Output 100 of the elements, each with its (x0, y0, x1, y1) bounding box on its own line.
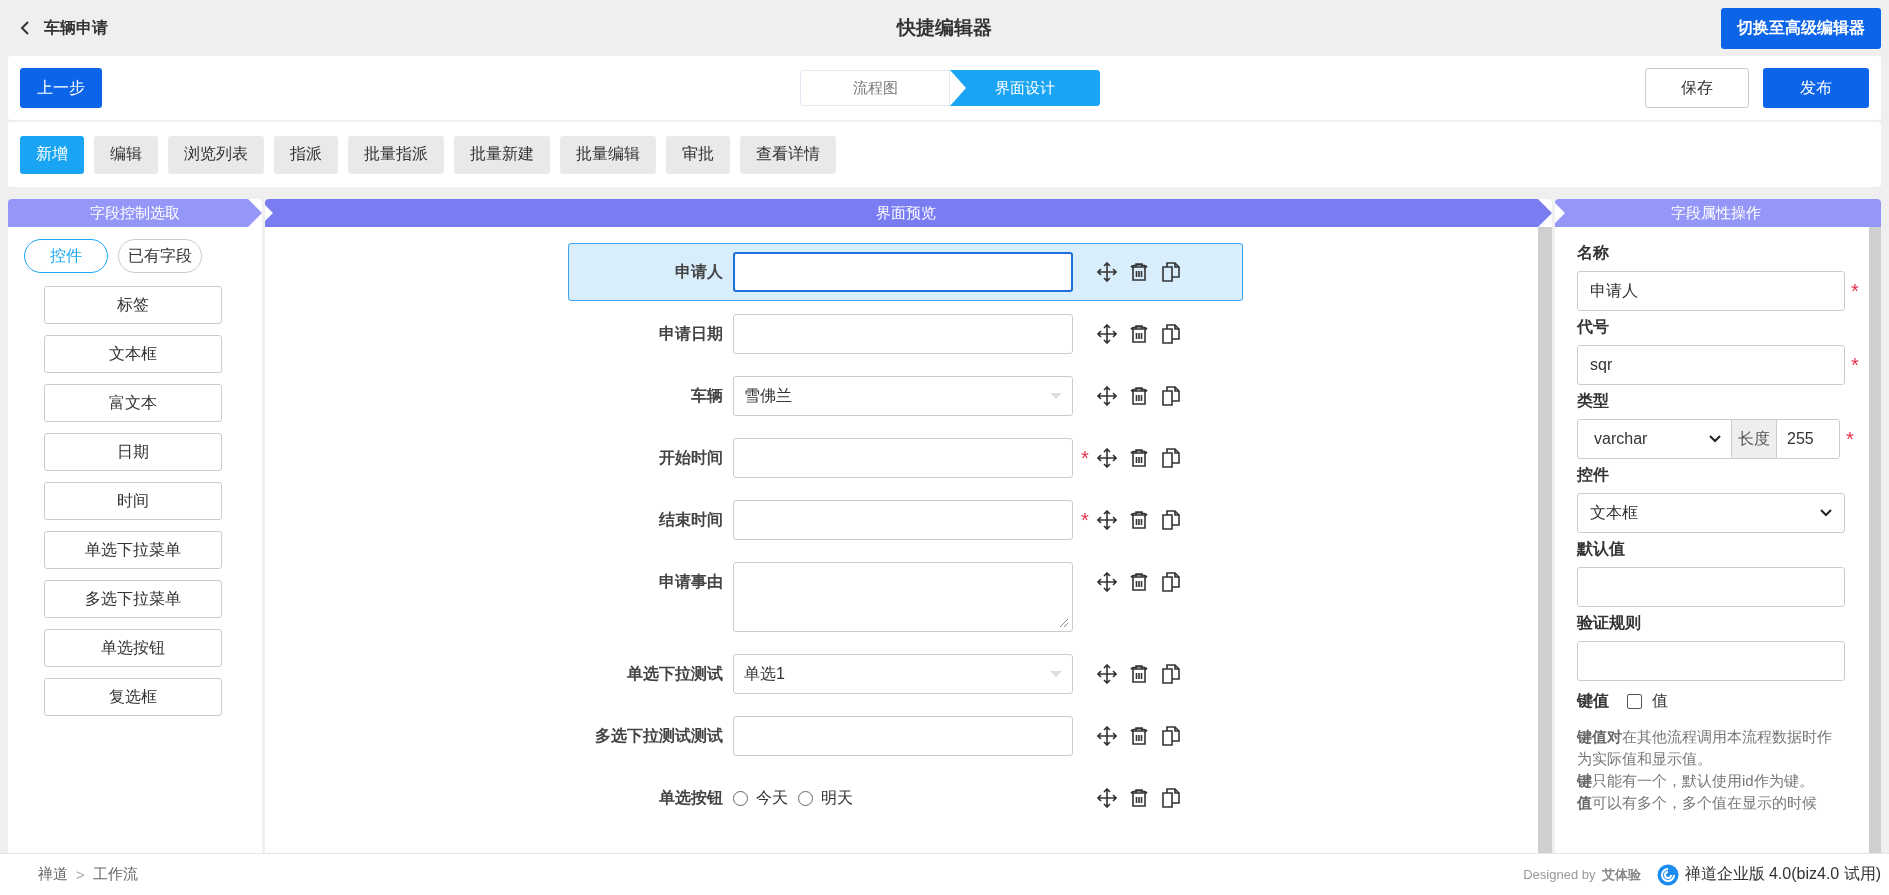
dropdown-field[interactable]: 单选1 (733, 654, 1073, 694)
copy-icon[interactable] (1161, 448, 1181, 468)
toggle-button[interactable]: 已有字段 (118, 239, 202, 273)
trash-icon[interactable] (1129, 788, 1149, 808)
control-item[interactable]: 单选按钮 (44, 629, 222, 667)
text-input[interactable] (733, 252, 1073, 292)
field-row[interactable]: 单选下拉测试 单选1 (568, 645, 1243, 703)
scrollbar[interactable] (1869, 227, 1881, 853)
action-tab[interactable]: 查看详情 (740, 135, 836, 174)
switch-editor-button[interactable]: 切换至高级编辑器 (1721, 7, 1881, 49)
copy-icon[interactable] (1161, 788, 1181, 808)
dropdown-field[interactable]: 雪佛兰 (733, 376, 1073, 416)
text-input[interactable]: 申请人 (1577, 271, 1845, 311)
field-label: 默认值 (1577, 539, 1626, 559)
length-label: 长度 (1732, 419, 1776, 459)
caret-icon (1050, 671, 1062, 677)
checkbox-label: 值 (1652, 691, 1668, 711)
help-text: 键值对在其他流程调用本流程数据时作为实际值和显示值。 (1577, 727, 1833, 769)
action-tab[interactable]: 编辑 (94, 135, 158, 174)
save-button[interactable]: 保存 (1645, 68, 1749, 108)
panel-header: 字段控制选取 (8, 199, 262, 227)
scrollbar[interactable] (1538, 227, 1552, 853)
trash-icon[interactable] (1129, 324, 1149, 344)
trash-icon[interactable] (1129, 726, 1149, 746)
length-input[interactable]: 255 (1776, 419, 1840, 459)
field-row[interactable]: 申请日期 (568, 305, 1243, 363)
control-item[interactable]: 时间 (44, 482, 222, 520)
move-icon[interactable] (1097, 510, 1117, 530)
move-icon[interactable] (1097, 262, 1117, 282)
copy-icon[interactable] (1161, 726, 1181, 746)
step-tab[interactable]: 流程图 (800, 70, 950, 106)
dropdown-value: 雪佛兰 (744, 385, 792, 406)
trash-icon[interactable] (1129, 386, 1149, 406)
move-icon[interactable] (1097, 664, 1117, 684)
field-row[interactable]: 车辆 雪佛兰 (568, 367, 1243, 425)
control-item[interactable]: 单选下拉菜单 (44, 531, 222, 569)
control-item[interactable]: 复选框 (44, 678, 222, 716)
trash-icon[interactable] (1129, 572, 1149, 592)
field-label: 申请日期 (658, 324, 724, 344)
breadcrumb-link[interactable]: 禅道 (38, 865, 68, 884)
control-select[interactable]: 文本框 (1577, 493, 1845, 533)
trash-icon[interactable] (1129, 448, 1149, 468)
resize-grip-icon (1058, 617, 1068, 627)
move-icon[interactable] (1097, 386, 1117, 406)
copy-icon[interactable] (1161, 324, 1181, 344)
radio-label: 明天 (821, 787, 853, 808)
checkbox[interactable] (1627, 694, 1642, 709)
field-row[interactable]: 申请事由 (568, 553, 1243, 641)
caret-icon (1709, 435, 1721, 443)
field-row[interactable]: 多选下拉测试测试 (568, 707, 1243, 765)
trash-icon[interactable] (1129, 510, 1149, 530)
action-tab[interactable]: 批量指派 (348, 135, 444, 174)
breadcrumb-link[interactable]: 工作流 (92, 865, 138, 884)
help-text: 值可以有多个，多个值在显示的时候 (1577, 793, 1818, 813)
move-icon[interactable] (1097, 572, 1117, 592)
action-tab[interactable]: 审批 (666, 135, 730, 174)
caret-icon (1820, 509, 1832, 517)
control-item[interactable]: 多选下拉菜单 (44, 580, 222, 618)
help-text: 键只能有一个，默认使用id作为键。 (1577, 771, 1815, 791)
radio-button[interactable] (798, 790, 813, 806)
copy-icon[interactable] (1161, 572, 1181, 592)
trash-icon[interactable] (1129, 262, 1149, 282)
control-item[interactable]: 标签 (44, 286, 222, 324)
control-item[interactable]: 日期 (44, 433, 222, 471)
field-label: 验证规则 (1577, 613, 1642, 633)
action-tab[interactable]: 浏览列表 (168, 135, 264, 174)
swirl-logo-icon (1656, 863, 1679, 886)
move-icon[interactable] (1097, 726, 1117, 746)
required-asterisk: * (1851, 279, 1859, 303)
move-icon[interactable] (1097, 788, 1117, 808)
trash-icon[interactable] (1129, 664, 1149, 684)
action-tab[interactable]: 指派 (274, 135, 338, 174)
field-label: 单选下拉测试 (626, 664, 724, 684)
field-row[interactable]: 结束时间 * (568, 491, 1243, 549)
panel-header: 界面预览 (265, 199, 1552, 227)
control-item[interactable]: 文本框 (44, 335, 222, 373)
required-asterisk: * (1081, 447, 1089, 469)
control-item[interactable]: 富文本 (44, 384, 222, 422)
copy-icon[interactable] (1161, 510, 1181, 530)
radio-button[interactable] (733, 790, 748, 806)
version-text: 禅道企业版 4.0(biz4.0 试用) (1684, 864, 1881, 884)
move-icon[interactable] (1097, 448, 1117, 468)
type-select[interactable]: varchar (1577, 419, 1732, 459)
text-input[interactable]: sqr (1577, 345, 1845, 385)
copy-icon[interactable] (1161, 664, 1181, 684)
back-link[interactable]: 车辆申请 (20, 17, 108, 39)
field-label: 申请事由 (658, 572, 724, 592)
copy-icon[interactable] (1161, 386, 1181, 406)
copy-icon[interactable] (1161, 262, 1181, 282)
field-label: 车辆 (690, 386, 724, 406)
publish-button[interactable]: 发布 (1763, 68, 1869, 108)
action-tab[interactable]: 批量编辑 (560, 135, 656, 174)
move-icon[interactable] (1097, 324, 1117, 344)
previous-step-button[interactable]: 上一步 (20, 68, 102, 108)
field-label: 申请人 (674, 262, 724, 282)
action-tab[interactable]: 批量新建 (454, 135, 550, 174)
field-row[interactable]: 单选按钮 今天 明天 (568, 769, 1243, 827)
field-label: 多选下拉测试测试 (594, 726, 724, 746)
chevron-left-icon (20, 21, 30, 35)
field-row[interactable]: 开始时间 * (568, 429, 1243, 487)
